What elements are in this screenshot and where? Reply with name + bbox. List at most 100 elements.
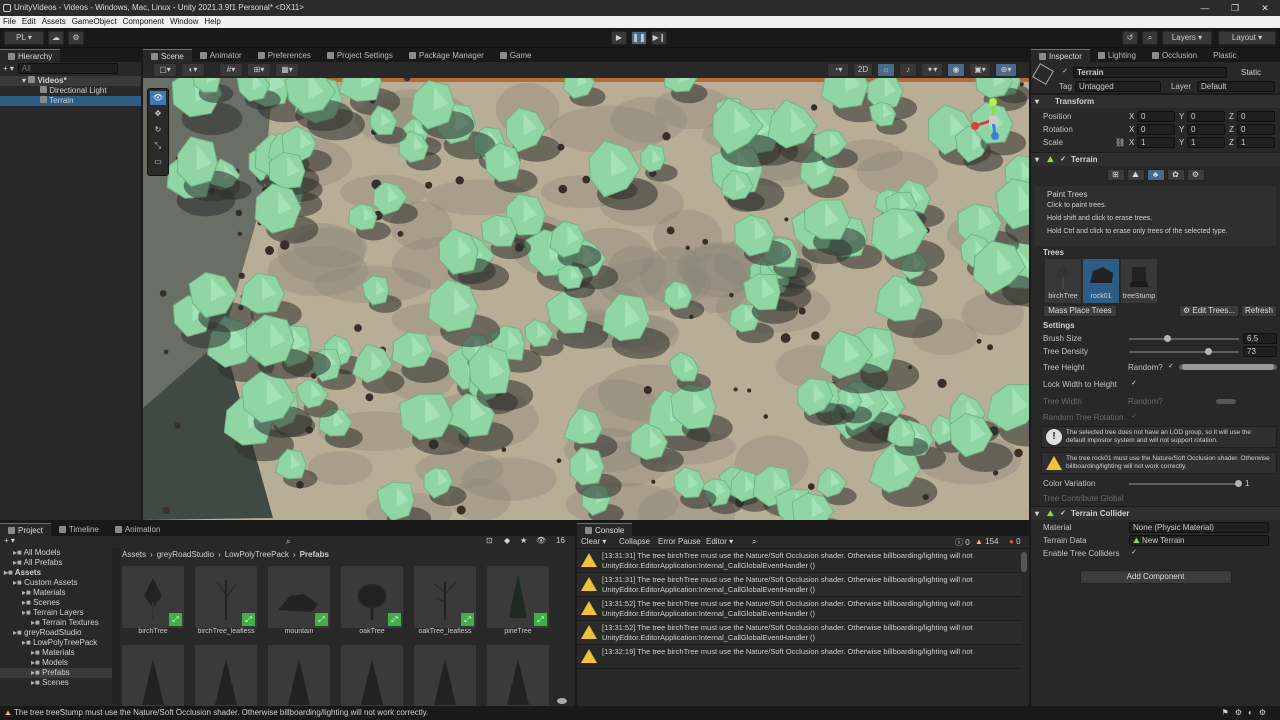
- folder-tree-item[interactable]: ▸■ Models: [0, 658, 120, 668]
- folder-tree-scrollbar[interactable]: [112, 548, 120, 704]
- collapse-button[interactable]: Collapse: [619, 537, 650, 546]
- layout-dropdown[interactable]: Layout ▾: [1218, 31, 1276, 45]
- clear-button[interactable]: Clear ▾: [581, 537, 606, 546]
- scale-tool-icon[interactable]: ⤡: [150, 139, 166, 153]
- asset-thumbnail[interactable]: [195, 645, 257, 706]
- folder-tree-item[interactable]: ▸■ Materials: [0, 648, 120, 658]
- console-log-entry[interactable]: [13:31:52] The tree birchTree must use t…: [577, 597, 1021, 621]
- transform-x-field[interactable]: 0: [1137, 124, 1175, 135]
- filter-type-icon[interactable]: ⊡: [486, 536, 493, 545]
- hierarchy-item-terrain[interactable]: Terrain: [0, 96, 141, 106]
- folder-tree-item[interactable]: ▸■ Assets: [0, 568, 120, 578]
- effects-dropdown[interactable]: ✦▾: [921, 63, 943, 77]
- tab-occlusion[interactable]: Occlusion: [1144, 49, 1205, 62]
- add-component-button[interactable]: Add Component: [1079, 570, 1232, 584]
- tree-height-random-checkbox[interactable]: ✓: [1167, 363, 1175, 371]
- hierarchy-search-input[interactable]: [17, 62, 118, 74]
- asset-thumbnail[interactable]: [414, 645, 476, 706]
- history-icon[interactable]: ↺: [1122, 31, 1138, 45]
- scene-viewport[interactable]: 👁 ✥ ↻ ⤡ ▭: [143, 78, 1029, 520]
- scene-row[interactable]: ▾ Videos*: [0, 76, 141, 86]
- asset-thumbnail[interactable]: ⤢: [268, 566, 330, 628]
- paint-details-icon[interactable]: ✿: [1166, 169, 1185, 181]
- asset-thumbnail[interactable]: [122, 645, 184, 706]
- tree-prototype-birch[interactable]: birchTree: [1045, 259, 1081, 303]
- snap-increment-dropdown[interactable]: ⊞▾: [247, 63, 271, 77]
- editor-dropdown[interactable]: Editor ▾: [706, 537, 733, 546]
- tab-inspector[interactable]: Inspector: [1031, 49, 1090, 62]
- folder-tree-item[interactable]: ▸■ Scenes: [0, 678, 120, 688]
- folder-tree-item[interactable]: ▸■ Custom Assets: [0, 578, 120, 588]
- tree-prototype-stump[interactable]: treeStump: [1121, 259, 1157, 303]
- menu-gameobject[interactable]: GameObject: [72, 16, 117, 28]
- folder-tree-item[interactable]: ▸■ greyRoadStudio: [0, 628, 120, 638]
- tab-scene[interactable]: Scene: [143, 49, 192, 62]
- lock-width-checkbox[interactable]: ✓: [1130, 380, 1138, 388]
- folder-tree-item[interactable]: ▸■ All Prefabs: [0, 558, 120, 568]
- tab-preferences[interactable]: Preferences: [250, 49, 319, 62]
- terrain-enabled-checkbox[interactable]: ✓: [1059, 156, 1067, 164]
- folder-tree-item[interactable]: ▸■ Terrain Textures: [0, 618, 120, 628]
- maximize-button[interactable]: ❐: [1220, 0, 1250, 16]
- mode-2d-button[interactable]: 2D: [853, 63, 873, 77]
- tab-lighting[interactable]: Lighting: [1090, 49, 1144, 62]
- move-tool-icon[interactable]: ✥: [150, 107, 166, 121]
- tab-timeline[interactable]: Timeline: [51, 523, 107, 536]
- tree-height-range[interactable]: [1182, 364, 1274, 370]
- minimize-button[interactable]: —: [1190, 0, 1220, 16]
- transform-y-field[interactable]: 0: [1187, 124, 1225, 135]
- asset-tile[interactable]: ⤢ oakTree_leafless: [414, 566, 476, 635]
- terrain-collider-header[interactable]: ▾ ⛰ ✓ Terrain Collider: [1031, 506, 1280, 520]
- grid-plane-dropdown[interactable]: ▦▾: [275, 63, 299, 77]
- asset-thumbnail[interactable]: ⤢: [487, 566, 549, 628]
- material-field[interactable]: None (Physic Material): [1129, 522, 1269, 533]
- status-bar[interactable]: ▲ The tree treeStump must use the Nature…: [0, 706, 1280, 720]
- search-icon[interactable]: ⌕: [1142, 31, 1158, 45]
- asset-thumbnail[interactable]: [268, 645, 330, 706]
- color-variation-field[interactable]: 1: [1245, 479, 1277, 488]
- scene-orientation-gizmo[interactable]: [969, 96, 1019, 146]
- hierarchy-item-directional-light[interactable]: Directional Light: [0, 86, 141, 96]
- error-pause-button[interactable]: Error Pause: [658, 537, 701, 546]
- asset-tile[interactable]: ⤢ pineTree: [487, 566, 549, 635]
- tree-density-field[interactable]: 73: [1243, 346, 1277, 357]
- asset-tile[interactable]: ⤢ birchTree: [122, 566, 184, 635]
- favorite-icon[interactable]: ★: [520, 536, 527, 545]
- tab-project[interactable]: Project: [0, 523, 51, 536]
- rect-tool-icon[interactable]: ▭: [150, 155, 166, 169]
- asset-tile[interactable]: ⤢ mountain: [268, 566, 330, 635]
- rotate-tool-icon[interactable]: ↻: [150, 123, 166, 137]
- transform-y-field[interactable]: 1: [1187, 137, 1225, 148]
- tree-prototype-rock01[interactable]: rock01: [1083, 259, 1119, 303]
- console-log-entry[interactable]: [13:32:19] The tree birchTree must use t…: [577, 645, 1021, 669]
- asset-tile[interactable]: ⤢ oakTree: [341, 566, 403, 635]
- asset-thumbnail[interactable]: ⤢: [341, 566, 403, 628]
- tab-package-manager[interactable]: Package Manager: [401, 49, 492, 62]
- tab-console[interactable]: Console: [577, 523, 633, 536]
- tools-overlay-icon[interactable]: ◔▾: [827, 63, 849, 77]
- transform-z-field[interactable]: 0: [1237, 111, 1275, 122]
- transform-header[interactable]: ▾ Transform: [1031, 94, 1280, 108]
- collab-icon[interactable]: ⚙: [68, 31, 84, 45]
- transform-z-field[interactable]: 0: [1237, 124, 1275, 135]
- hidden-objects-icon[interactable]: ◉: [947, 63, 965, 77]
- info-count[interactable]: ⓘ 0: [955, 537, 970, 548]
- terrain-component-header[interactable]: ▾ ⛰ ✓ Terrain: [1031, 152, 1280, 166]
- folder-tree-item[interactable]: ▸■ Terrain Layers: [0, 608, 120, 618]
- breadcrumb-lowpolytreepack[interactable]: LowPolyTreePack: [225, 550, 289, 560]
- folder-tree-item[interactable]: ▸■ All Models: [0, 548, 120, 558]
- asset-thumbnail[interactable]: ⤢: [414, 566, 476, 628]
- folder-tree-item[interactable]: ▸■ LowPolyTreePack: [0, 638, 120, 648]
- render-mode-dropdown[interactable]: ◐▾: [181, 63, 205, 77]
- transform-z-field[interactable]: 1: [1237, 137, 1275, 148]
- edit-trees-button[interactable]: ⚙ Edit Trees...: [1179, 305, 1239, 317]
- play-button[interactable]: ▶: [611, 31, 627, 45]
- tag-dropdown[interactable]: Untagged: [1075, 81, 1161, 92]
- console-log-entry[interactable]: [13:31:31] The tree birchTree must use t…: [577, 573, 1021, 597]
- menu-window[interactable]: Window: [170, 16, 198, 28]
- create-neighbor-icon[interactable]: ⊞: [1106, 169, 1125, 181]
- draw-mode-dropdown[interactable]: ▢▾: [153, 63, 177, 77]
- mass-place-trees-button[interactable]: Mass Place Trees: [1043, 305, 1117, 317]
- tab-hierarchy[interactable]: Hierarchy: [0, 49, 61, 62]
- camera-dropdown[interactable]: ▣▾: [969, 63, 991, 77]
